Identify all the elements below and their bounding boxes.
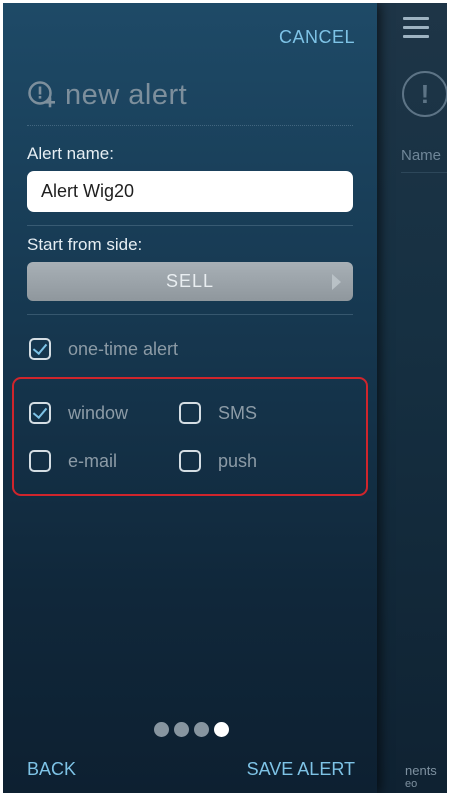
start-side-value: SELL xyxy=(165,271,215,291)
cancel-button[interactable]: CANCEL xyxy=(279,27,355,48)
background-screen: ! Name nents eo xyxy=(377,3,447,793)
divider xyxy=(27,125,353,126)
one-time-alert-label: one-time alert xyxy=(68,338,179,359)
divider xyxy=(401,172,447,173)
back-button[interactable]: BACK xyxy=(27,759,76,780)
panel-header: new alert xyxy=(27,77,187,113)
new-alert-panel: CANCEL new alert Alert name: Start from … xyxy=(3,3,377,793)
divider xyxy=(27,314,353,315)
email-option[interactable]: e-mail xyxy=(29,450,117,472)
notification-channels-highlight xyxy=(12,377,368,496)
sms-checkbox[interactable] xyxy=(179,402,201,424)
window-option[interactable]: window xyxy=(29,402,128,424)
page-dot-active[interactable] xyxy=(214,722,229,737)
page-indicator xyxy=(154,722,234,737)
push-checkbox[interactable] xyxy=(179,450,201,472)
page-dot[interactable] xyxy=(194,722,209,737)
window-checkbox[interactable] xyxy=(29,402,51,424)
start-side-selector[interactable]: SELL xyxy=(27,262,353,301)
divider xyxy=(27,225,353,226)
push-label: push xyxy=(218,450,258,471)
background-column-header: Name xyxy=(401,147,442,164)
page-dot[interactable] xyxy=(174,722,189,737)
email-checkbox[interactable] xyxy=(29,450,51,472)
chevron-right-icon xyxy=(332,274,341,290)
window-label: window xyxy=(68,402,129,423)
sms-option[interactable]: SMS xyxy=(179,402,257,424)
background-footer-subtext: eo xyxy=(405,778,418,790)
background-footer-text: nents xyxy=(405,763,437,778)
alert-name-input[interactable] xyxy=(27,171,353,212)
alert-name-label: Alert name: xyxy=(27,144,114,163)
one-time-alert-option[interactable]: one-time alert xyxy=(29,338,178,360)
page-dot[interactable] xyxy=(154,722,169,737)
add-alert-icon xyxy=(28,81,55,108)
one-time-alert-checkbox[interactable] xyxy=(29,338,51,360)
menu-icon[interactable] xyxy=(403,17,429,39)
page-title: new alert xyxy=(65,78,188,111)
push-option[interactable]: push xyxy=(179,450,257,472)
sms-label: SMS xyxy=(218,402,258,423)
alert-icon: ! xyxy=(402,71,447,117)
save-alert-button[interactable]: SAVE ALERT xyxy=(247,759,355,780)
start-side-label: Start from side: xyxy=(27,235,143,254)
email-label: e-mail xyxy=(68,450,118,471)
app-frame: ! Name nents eo CANCEL new alert Alert n… xyxy=(3,3,447,793)
